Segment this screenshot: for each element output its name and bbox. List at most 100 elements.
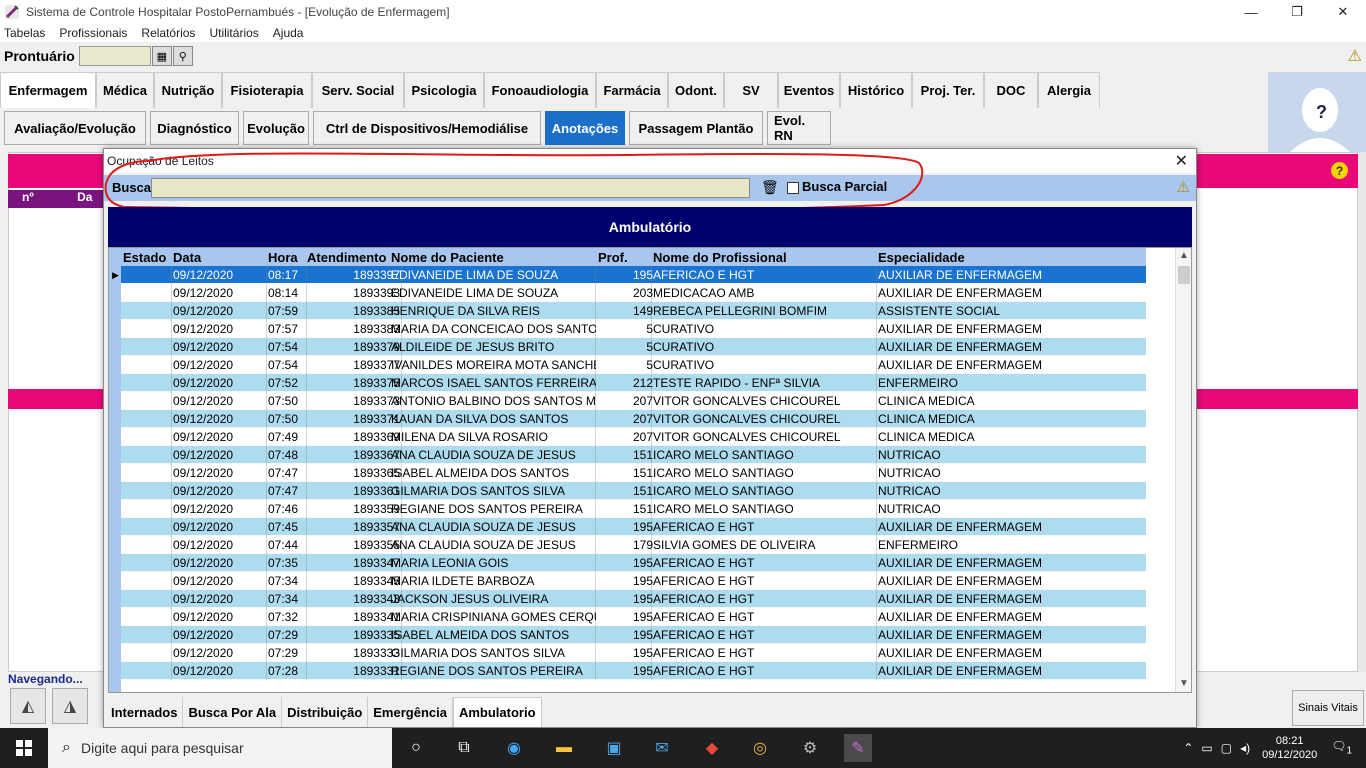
file-explorer-icon[interactable]: ▬ — [550, 734, 578, 762]
col-hora[interactable]: Hora — [268, 250, 298, 265]
menu-profissionais[interactable]: Profissionais — [59, 26, 127, 40]
close-button[interactable]: ✕ — [1320, 0, 1366, 24]
table-row[interactable]: 09/12/2020 07:59 1893385 HENRIQUE DA SILVA … — [121, 302, 1146, 320]
table-row[interactable]: 09/12/2020 08:17 1893397 EDIVANEIDE LIMA DE… — [121, 266, 1146, 284]
tab-nutricao[interactable]: Nutrição — [154, 72, 222, 108]
calendar-icon[interactable]: ▦ — [151, 46, 172, 66]
table-row[interactable]: 09/12/2020 07:46 1893359 REGIANE DOS SANTOS… — [121, 500, 1146, 518]
display-icon[interactable]: ▢ — [1221, 741, 1232, 755]
table-row[interactable]: 09/12/2020 07:48 1893367 ANA CLAUDIA SOUZA … — [121, 446, 1146, 464]
table-row[interactable]: 09/12/2020 07:34 1893343 JACKSON JESUS OLIV… — [121, 590, 1146, 608]
table-row[interactable]: 09/12/2020 07:50 1893371 KAUAN DA SILVA DOS… — [121, 410, 1146, 428]
table-row[interactable]: 09/12/2020 08:14 1893393 EDIVANEIDE LIMA DE… — [121, 284, 1146, 302]
prontuario-input[interactable] — [78, 46, 151, 66]
tab-proj-ter[interactable]: Proj. Ter. — [912, 72, 984, 108]
scroll-thumb[interactable] — [1178, 266, 1190, 284]
table-row[interactable]: 09/12/2020 07:54 1893379 ALDILEIDE DE JESUS… — [121, 338, 1146, 356]
table-row[interactable]: 09/12/2020 07:50 1893373 ANTONIO BALBINO DO… — [121, 392, 1146, 410]
help-icon[interactable]: ? — [1331, 162, 1348, 179]
tab-psicologia[interactable]: Psicologia — [404, 72, 484, 108]
tab-emergencia[interactable]: Emergência — [368, 697, 453, 727]
table-row[interactable]: 09/12/2020 07:52 1893375 MARCOS ISAEL SANTO… — [121, 374, 1146, 392]
menu-relatorios[interactable]: Relatórios — [141, 26, 195, 40]
col-nome-profissional[interactable]: Nome do Profissional — [653, 250, 787, 265]
cortana-icon[interactable]: ○ — [402, 734, 430, 762]
menu-tabelas[interactable]: Tabelas — [4, 26, 45, 40]
edge-icon[interactable]: ◉ — [500, 734, 528, 762]
subtab-anotacoes[interactable]: Anotações — [545, 111, 625, 145]
table-row[interactable]: 09/12/2020 07:32 1893341 MARIA CRISPINIANA … — [121, 608, 1146, 626]
nav-back-icon[interactable]: ◭ — [10, 688, 46, 724]
tab-serv-social[interactable]: Serv. Social — [312, 72, 404, 108]
subtab-passagem-plantao[interactable]: Passagem Plantão — [629, 111, 763, 145]
grid-scrollbar[interactable]: ▲ ▼ — [1175, 248, 1191, 692]
tab-historico[interactable]: Histórico — [840, 72, 912, 108]
partial-search-checkbox[interactable] — [787, 182, 799, 194]
app-gear-icon[interactable]: ⚙ — [796, 734, 824, 762]
table-row[interactable]: 09/12/2020 07:34 1893345 MARIA ILDETE BARBO… — [121, 572, 1146, 590]
col-nome-paciente[interactable]: Nome do Paciente — [391, 250, 504, 265]
task-view-icon[interactable]: ⧉ — [450, 734, 478, 762]
taskbar-search[interactable]: ⌕ Digite aqui para pesquisar — [48, 728, 392, 768]
scroll-up-icon[interactable]: ▲ — [1179, 250, 1189, 261]
table-row[interactable]: 09/12/2020 07:35 1893347 MARIA LEONIA GOIS 1… — [121, 554, 1146, 572]
start-button[interactable] — [0, 728, 48, 768]
table-row[interactable]: 09/12/2020 07:47 1893365 ISABEL ALMEIDA DOS… — [121, 464, 1146, 482]
store-icon[interactable]: ▣ — [600, 734, 628, 762]
col-prof[interactable]: Prof. — [598, 250, 628, 265]
mail-icon[interactable]: ✉ — [648, 734, 676, 762]
dialog-close-button[interactable]: ✕ — [1175, 151, 1188, 171]
search-input[interactable] — [151, 178, 750, 198]
alert-icon[interactable]: ⚠ — [1348, 46, 1362, 66]
clock[interactable]: 08:21 09/12/2020 — [1262, 734, 1317, 762]
trash-icon[interactable]: 🗑 — [761, 179, 779, 196]
notifications-icon[interactable]: 🗨1 — [1331, 739, 1352, 756]
tab-alergia[interactable]: Alergia — [1038, 72, 1100, 108]
tab-medica[interactable]: Médica — [96, 72, 154, 108]
tab-doc[interactable]: DOC — [984, 72, 1038, 108]
tab-odont[interactable]: Odont. — [668, 72, 724, 108]
table-row[interactable]: 09/12/2020 07:44 1893355 ANA CLAUDIA SOUZA … — [121, 536, 1146, 554]
col-especialidade[interactable]: Especialidade — [878, 250, 965, 265]
volume-icon[interactable]: ◂) — [1240, 741, 1250, 755]
scroll-down-icon[interactable]: ▼ — [1179, 678, 1189, 689]
menu-ajuda[interactable]: Ajuda — [273, 26, 304, 40]
subtab-evolucao[interactable]: Evolução — [243, 111, 309, 145]
table-row[interactable]: 09/12/2020 07:57 1893383 MARIA DA CONCEICAO… — [121, 320, 1146, 338]
table-row[interactable]: 09/12/2020 07:47 1893361 GILMARIA DOS SANTO… — [121, 482, 1146, 500]
tab-enfermagem[interactable]: Enfermagem — [0, 72, 96, 108]
alert-icon[interactable]: ⚠ — [1177, 178, 1190, 196]
tab-eventos[interactable]: Eventos — [778, 72, 840, 108]
anydesk-icon[interactable]: ◆ — [698, 734, 726, 762]
col-estado[interactable]: Estado — [123, 250, 166, 265]
tab-fonoaudiologia[interactable]: Fonoaudiologia — [484, 72, 596, 108]
show-hidden-icons[interactable]: ⌃ — [1183, 741, 1193, 755]
nav-forward-icon[interactable]: ◮ — [52, 688, 88, 724]
subtab-avaliacao[interactable]: Avaliação/Evolução — [4, 111, 146, 145]
patient-search-icon[interactable]: ⚲ — [172, 46, 193, 66]
table-row[interactable]: 09/12/2020 07:29 1893333 GILMARIA DOS SANTO… — [121, 644, 1146, 662]
sinais-vitais-button[interactable]: Sinais Vitais — [1292, 690, 1364, 726]
tab-busca-por-ala[interactable]: Busca Por Ala — [183, 697, 283, 727]
subtab-evol-rn[interactable]: Evol. RN — [767, 111, 831, 145]
tab-fisioterapia[interactable]: Fisioterapia — [222, 72, 312, 108]
col-data[interactable]: Data — [173, 250, 201, 265]
background-scrollbar[interactable] — [1358, 152, 1366, 672]
table-row[interactable]: 09/12/2020 07:45 1893357 ANA CLAUDIA SOUZA … — [121, 518, 1146, 536]
hospital-app-icon[interactable]: ✎ — [844, 734, 872, 762]
tab-ambulatorio[interactable]: Ambulatorio — [452, 697, 542, 727]
subtab-diagnostico[interactable]: Diagnóstico — [150, 111, 239, 145]
table-row[interactable]: 09/12/2020 07:29 1893335 ISABEL ALMEIDA DOS… — [121, 626, 1146, 644]
table-row[interactable]: 09/12/2020 07:28 1893331 REGIANE DOS SANTOS… — [121, 662, 1146, 680]
table-row[interactable]: 09/12/2020 07:49 1893369 MILENA DA SILVA RO… — [121, 428, 1146, 446]
chrome-icon[interactable]: ◎ — [746, 734, 774, 762]
menu-utilitarios[interactable]: Utilitários — [209, 26, 258, 40]
table-row[interactable]: 09/12/2020 07:54 1893377 IVANILDES MOREIRA … — [121, 356, 1146, 374]
tab-internados[interactable]: Internados — [106, 697, 184, 727]
tab-sv[interactable]: SV — [724, 72, 778, 108]
col-atendimento[interactable]: Atendimento — [307, 250, 386, 265]
restore-button[interactable]: ❐ — [1274, 0, 1320, 24]
tab-farmacia[interactable]: Farmácia — [596, 72, 668, 108]
network-icon[interactable]: ▭ — [1201, 741, 1212, 755]
tab-distribuicao[interactable]: Distribuição — [282, 697, 369, 727]
